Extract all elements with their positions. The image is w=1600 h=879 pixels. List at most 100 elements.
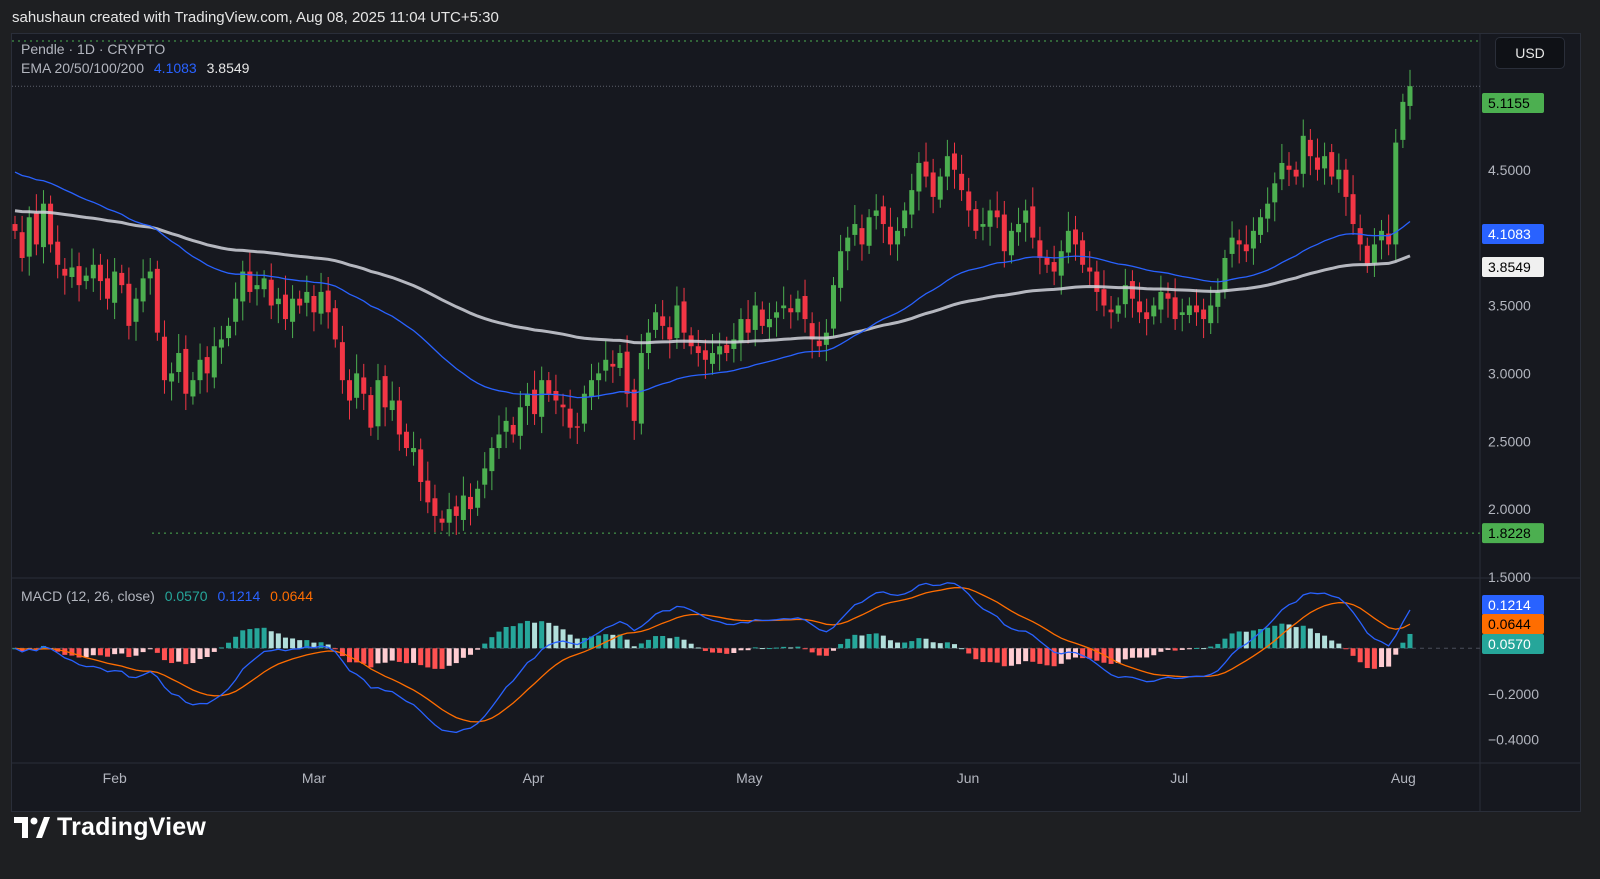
macd-histogram-bar [944,642,950,649]
macd-histogram-bar [1172,648,1178,651]
currency-button[interactable]: USD [1495,37,1565,69]
candle-body [460,495,466,520]
candle-body [1322,156,1328,169]
candle-body [1357,228,1363,245]
macd-histogram-bar [90,648,96,656]
candle-body [268,279,274,306]
macd-histogram-bar [368,648,374,668]
macd-histogram-bar [653,636,659,649]
candle-body [681,301,687,333]
candle-body [1208,305,1214,324]
candle-body [1229,237,1235,254]
price-tick-label: 3.0000 [1488,365,1531,381]
candle-body [119,272,125,286]
candle-body [1080,240,1086,265]
candle-body [1293,169,1299,177]
macd-line-value: 0.1214 [217,588,261,604]
candle-body [560,404,566,408]
macd-legend: MACD (12, 26, close) 0.0570 0.1214 0.064… [21,588,319,604]
chart-canvas[interactable]: 5.00004.50004.00003.50003.00002.50002.00… [12,34,1580,811]
candle-body [980,224,986,227]
macd-histogram-bar [1193,647,1199,649]
macd-histogram-bar [389,648,395,661]
macd-histogram-bar [1186,648,1192,650]
macd-histogram-bar [147,648,153,650]
macd-histogram-bar [460,648,466,658]
candle-body [1179,312,1185,316]
candle-body [1087,267,1093,272]
macd-histogram-bar [1222,638,1228,649]
ema-fast-value: 4.1083 [153,60,197,76]
macd-histogram-bar [1379,648,1385,668]
time-tick-label: Mar [302,770,326,786]
candle-body [1236,240,1242,245]
macd-histogram-bar [204,648,210,657]
candle-body [275,298,281,305]
tradingview-logo-icon [14,816,50,839]
candle-body [418,449,424,482]
candle-body [1144,312,1150,320]
candle-body [1250,230,1256,249]
candle-body [176,353,182,373]
candle-body [489,448,495,472]
candle-body [539,380,545,417]
candle-body [297,298,303,306]
macd-histogram-bar [909,641,915,649]
candle-body [973,209,979,231]
candle-body [439,518,445,523]
macd-histogram-bar [261,627,267,649]
macd-histogram-bar [823,648,829,656]
macd-histogram-bar [161,648,167,661]
macd-histogram-bar [937,643,943,649]
macd-histogram-bar [1108,648,1114,664]
macd-tick-label: −0.2000 [1488,686,1539,702]
macd-histogram-bar [396,648,402,662]
macd-histogram-bar [439,648,445,669]
macd-histogram-bar [475,648,481,650]
macd-histogram-bar [624,639,630,649]
macd-histogram-bar [290,638,296,649]
chart-container[interactable]: 5.00004.50004.00003.50003.00002.50002.00… [11,33,1581,812]
candle-body [105,278,111,299]
macd-signal-line [14,586,1411,723]
candle-body [1044,257,1050,265]
candle-body [638,353,644,424]
macd-label: MACD (12, 26, close) [21,588,155,604]
ema-slow-tag-text: 3.8549 [1488,259,1531,275]
macd-histogram-bar [190,648,196,664]
macd-histogram-bar [1243,631,1249,649]
macd-histogram-bar [517,623,523,649]
macd-line-tag: 0.1214 [1482,595,1544,615]
macd-histogram-bar [119,648,125,654]
candle-body [695,346,701,354]
macd-histogram-bar [489,637,495,649]
macd-histogram-bar [1030,648,1036,662]
macd-histogram-bar [895,642,901,649]
candle-body [1258,217,1264,235]
candle-body [425,480,431,503]
candle-body [724,344,730,354]
macd-histogram-bar [97,648,103,656]
candle-body [617,353,623,368]
candle-body [710,353,715,364]
candle-body [581,393,587,424]
time-tick-label: Feb [103,770,127,786]
price-tick-label: 2.5000 [1488,433,1531,449]
candle-body [396,400,402,435]
macd-histogram-bar [1137,648,1143,658]
candle-body [994,210,1000,218]
last-price-tag: 5.1155 [1482,93,1544,113]
macd-histogram-bar [560,629,566,649]
macd-pane [12,582,1480,734]
candle-body [133,298,139,322]
candle-body [290,298,296,322]
tradingview-logo[interactable]: TradingView [14,813,206,842]
macd-histogram-bar [112,648,118,655]
low-price-tag: 1.8228 [1482,523,1544,544]
macd-histogram-bar [1293,627,1299,649]
macd-histogram-bar [645,639,651,649]
candle-body [589,380,595,397]
macd-histogram-bar [695,647,701,649]
macd-histogram-bar [994,648,1000,663]
macd-histogram-bar [731,648,737,653]
